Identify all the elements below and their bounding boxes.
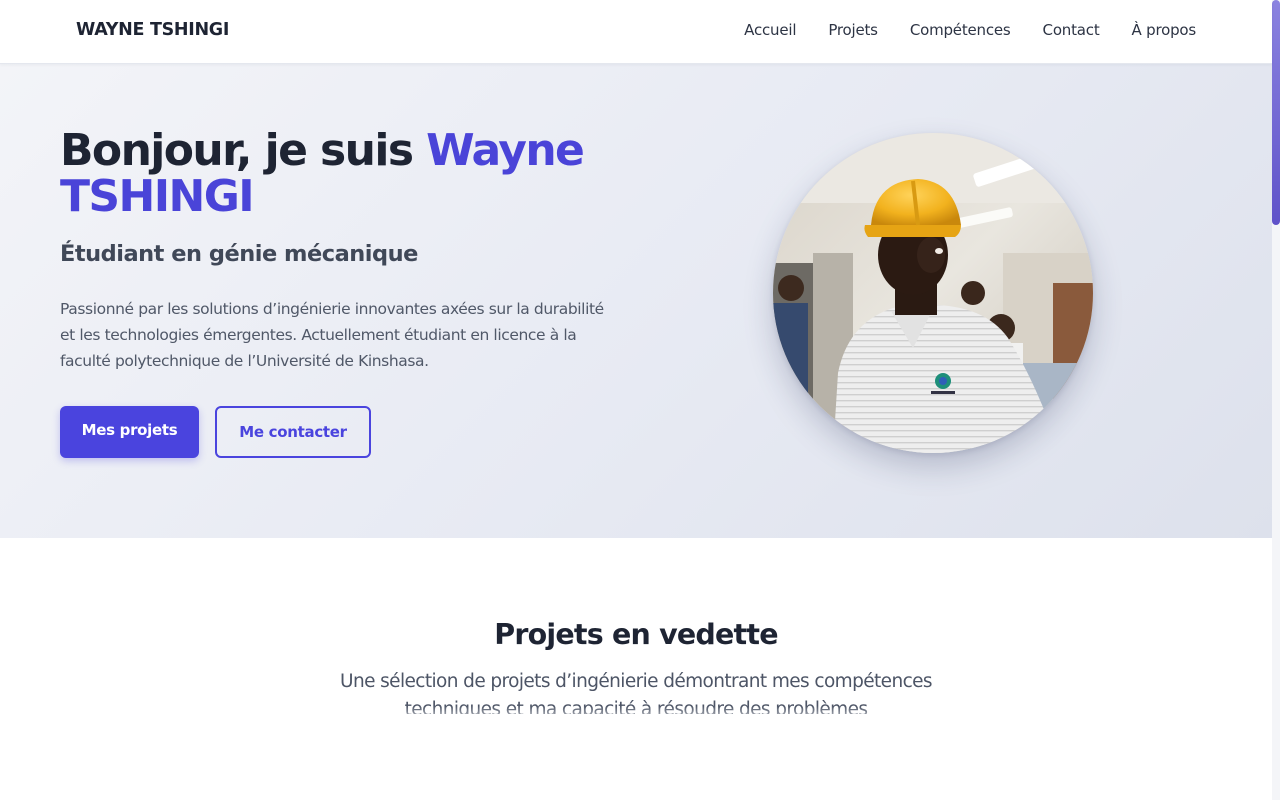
nav-link-a-propos[interactable]: À propos (1132, 21, 1197, 39)
featured-projects-section: Projets en vedette Une sélection de proj… (0, 538, 1272, 800)
nav-link-contact[interactable]: Contact (1043, 21, 1100, 39)
hero-section: Bonjour, je suis Wayne TSHINGI Étudiant … (0, 64, 1272, 538)
nav-link-competences[interactable]: Compétences (910, 21, 1011, 39)
my-projects-button[interactable]: Mes projets (60, 406, 199, 458)
content-fade (0, 706, 1272, 726)
hero-title: Bonjour, je suis Wayne TSHINGI (60, 128, 700, 220)
contact-me-button[interactable]: Me contacter (215, 406, 371, 458)
hero-description: Passionné par les solutions d’ingénierie… (60, 300, 604, 370)
portrait-photo-icon (773, 133, 1093, 453)
hero-subtitle: Étudiant en génie mécanique (60, 241, 418, 267)
scrollbar-thumb[interactable] (1272, 0, 1280, 225)
nav-link-accueil[interactable]: Accueil (744, 21, 796, 39)
scrollbar-track[interactable] (1272, 0, 1280, 800)
top-navbar: WAYNE TSHINGI Accueil Projets Compétence… (0, 0, 1272, 64)
profile-portrait (773, 133, 1093, 453)
brand-logo[interactable]: WAYNE TSHINGI (76, 20, 229, 40)
nav-menu: Accueil Projets Compétences Contact À pr… (744, 21, 1196, 39)
hero-title-prefix: Bonjour, je suis (60, 125, 427, 176)
projects-section-title: Projets en vedette (494, 618, 778, 651)
nav-link-projets[interactable]: Projets (828, 21, 878, 39)
